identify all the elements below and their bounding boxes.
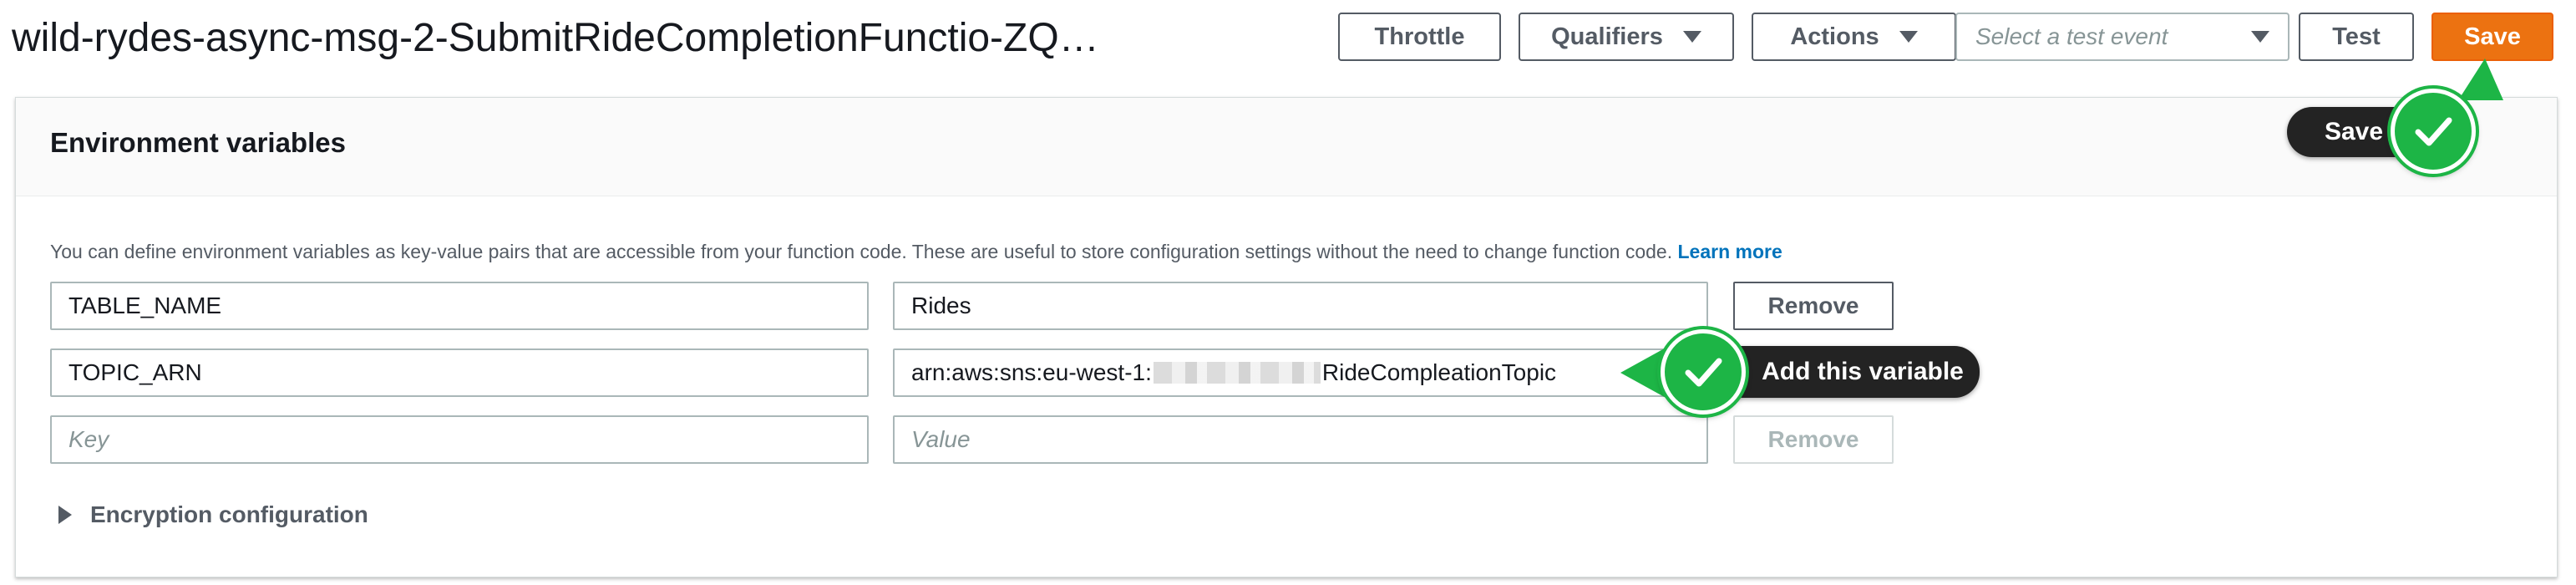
- test-event-placeholder: Select a test event: [1975, 23, 2168, 49]
- test-label: Test: [2332, 23, 2381, 50]
- value-placeholder: Value: [911, 426, 971, 452]
- panel-description: You can define environment variables as …: [50, 241, 1782, 263]
- save-label: Save: [2464, 23, 2521, 50]
- qualifiers-dropdown[interactable]: Qualifiers: [1519, 13, 1734, 61]
- remove-label: Remove: [1767, 292, 1859, 318]
- save-callout-label: Save: [2324, 118, 2384, 145]
- learn-more-link[interactable]: Learn more: [1678, 241, 1782, 262]
- test-event-select[interactable]: Select a test event: [1955, 13, 2289, 61]
- add-variable-callout-label: Add this variable: [1762, 358, 1964, 385]
- remove-label: Remove: [1767, 426, 1859, 452]
- env-key-value: TABLE_NAME: [68, 292, 222, 318]
- env-value-input[interactable]: Rides: [893, 282, 1708, 330]
- arn-suffix: RideCompleationTopic: [1321, 359, 1557, 385]
- env-key-input[interactable]: TABLE_NAME: [50, 282, 869, 330]
- actions-dropdown[interactable]: Actions: [1752, 13, 1956, 61]
- add-variable-callout: Add this variable: [1712, 346, 1980, 398]
- env-key-input[interactable]: TOPIC_ARN: [50, 348, 869, 397]
- remove-button-disabled[interactable]: Remove: [1733, 415, 1894, 464]
- throttle-label: Throttle: [1374, 23, 1465, 50]
- test-button[interactable]: Test: [2299, 13, 2414, 61]
- check-icon: [1661, 329, 1746, 415]
- caret-down-icon: [1899, 31, 1918, 43]
- key-placeholder: Key: [68, 426, 109, 452]
- actions-label: Actions: [1790, 23, 1879, 50]
- panel-title: Environment variables: [50, 127, 346, 158]
- encryption-configuration-toggle[interactable]: Encryption configuration: [58, 501, 368, 528]
- env-key-value: TOPIC_ARN: [68, 359, 202, 385]
- caret-right-icon: [58, 506, 72, 524]
- caret-down-icon: [1682, 31, 1701, 43]
- qualifiers-label: Qualifiers: [1551, 23, 1663, 50]
- save-button[interactable]: Save: [2431, 13, 2553, 61]
- env-value-input-empty[interactable]: Value: [893, 415, 1708, 464]
- panel-header: [16, 98, 2557, 196]
- caret-down-icon: [2251, 31, 2269, 43]
- throttle-button[interactable]: Throttle: [1338, 13, 1501, 61]
- encryption-label: Encryption configuration: [90, 501, 368, 527]
- redacted-account-id: [1153, 362, 1321, 384]
- remove-button[interactable]: Remove: [1733, 282, 1894, 330]
- env-value-value: Rides: [911, 292, 971, 318]
- check-icon: [2391, 89, 2476, 174]
- description-text: You can define environment variables as …: [50, 241, 1673, 262]
- function-title: wild-rydes-async-msg-2-SubmitRideComplet…: [12, 16, 1099, 60]
- env-key-input-empty[interactable]: Key: [50, 415, 869, 464]
- env-value-input[interactable]: arn:aws:sns:eu-west-1: RideCompleationTo…: [893, 348, 1708, 397]
- arn-prefix: arn:aws:sns:eu-west-1:: [911, 359, 1152, 385]
